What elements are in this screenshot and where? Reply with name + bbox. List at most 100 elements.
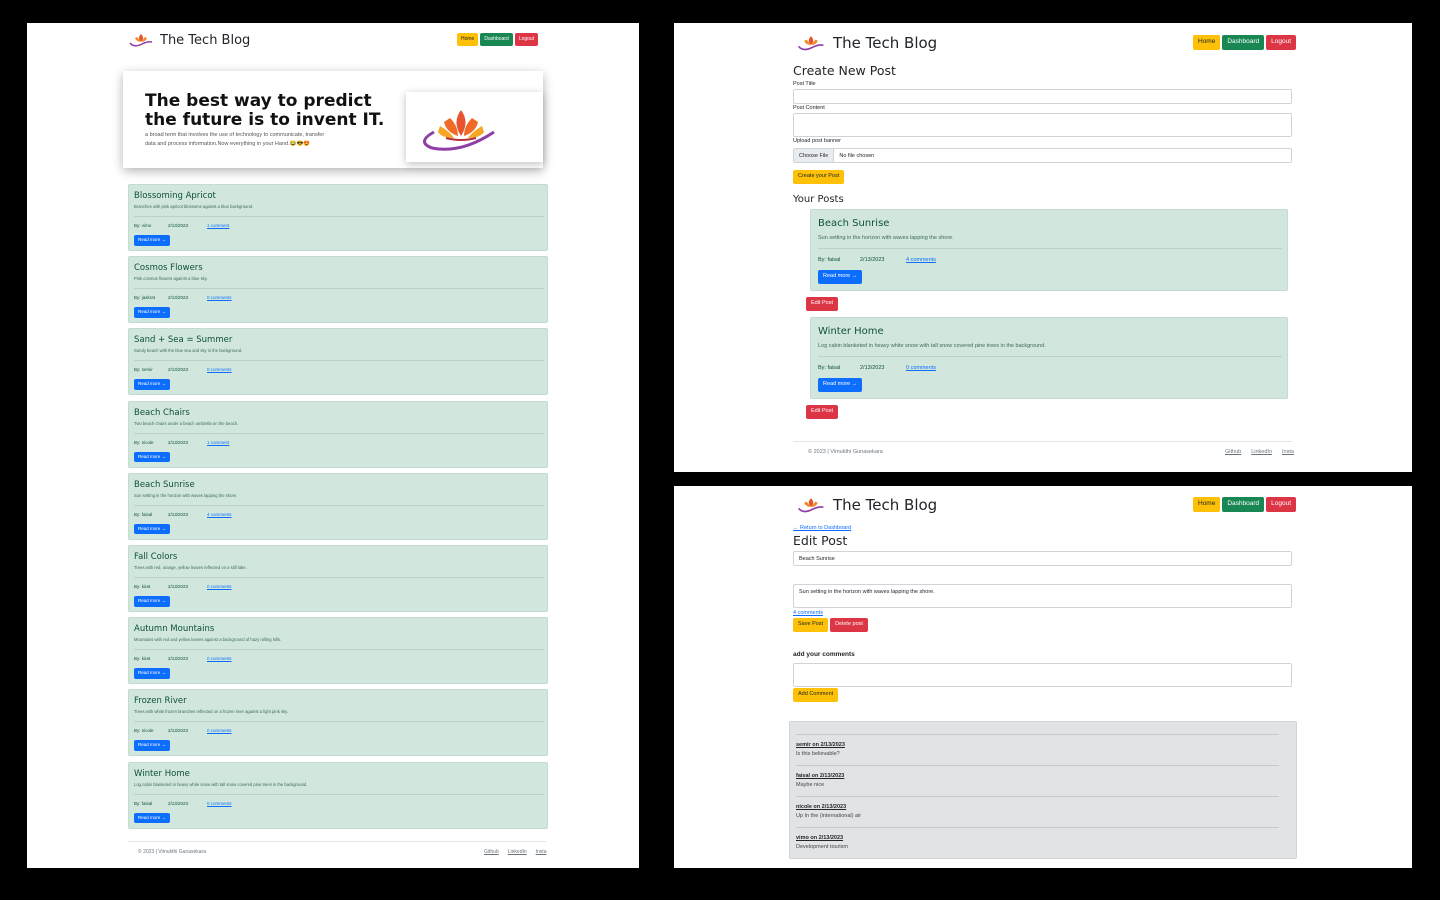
read-more-button[interactable]: Read more → [134,307,171,318]
logout-button[interactable]: Logout [1266,497,1297,512]
read-more-button[interactable]: Read more → [134,740,171,751]
comment-author: semir on 2/13/2023 [796,742,845,748]
post-comments-link[interactable]: 4 comments [207,512,232,517]
dashboard-button[interactable]: Dashboard [1222,497,1265,512]
brand[interactable]: The Tech Blog [795,496,937,514]
edit-actions: Save Post Delete post [793,618,868,632]
comment-text: Development tourism [796,844,848,850]
post-card: Frozen River Trees with white frozen bran… [128,689,548,757]
post-comments-link[interactable]: 1 comment [207,440,229,445]
hero-banner: The best way to predict the future is to… [123,71,543,168]
post-divider [134,288,544,290]
footer-divider [128,841,546,842]
post-description: Branches with pink apricot blossoms agai… [134,204,254,209]
hero-heading-line1: The best way to predict [145,91,372,111]
read-more-button[interactable]: Read more → [134,596,171,607]
edit-post-button[interactable]: Edit Post [806,405,839,419]
post-divider [134,793,544,795]
post-comments-link[interactable]: 0 comments [207,801,232,806]
post-author: By: kirat [134,584,151,589]
footer-insta-link[interactable]: Insta [1282,449,1294,455]
post-description: Trees with red, orange, yellow leaves re… [134,565,247,570]
post-comments-link[interactable]: 0 comments [207,656,232,661]
upload-banner-label: Upload post banner [793,138,842,144]
post-date: 2/13/2023 [168,223,189,228]
post-divider [134,649,544,651]
post-comments-link[interactable]: 0 comments [207,728,232,733]
post-author: By: nicole [134,439,154,445]
hero-text-line2: data and process information.Now everyth… [145,141,311,147]
read-more-button[interactable]: Read more → [134,379,171,390]
post-author: By: faisal [134,511,153,517]
create-post-button[interactable]: Create your Post [793,170,845,184]
post-content-textarea[interactable]: Sun setting in the horizon with waves la… [793,584,1292,608]
post-author: By: faisal [818,365,841,371]
brand[interactable]: The Tech Blog [128,32,250,48]
dashboard-button[interactable]: Dashboard [480,33,513,46]
comments-count-link[interactable]: 4 comments [793,610,823,616]
your-posts-heading: Your Posts [793,194,844,205]
footer-copyright: © 2023 | Vimukthi Gunasekara [808,449,883,455]
add-comment-button[interactable]: Add Comment [793,688,839,702]
post-comments-link[interactable]: 4 comments [906,257,936,263]
footer-linkedin-link[interactable]: LinkedIn [1251,449,1272,455]
post-date: 2/13/2023 [168,511,189,517]
brand-title: The Tech Blog [160,32,251,48]
footer-insta-link[interactable]: Insta [536,849,547,855]
hero-text: a broad term that involves the use of te… [145,131,324,149]
edit-post-button[interactable]: Edit Post [806,297,839,311]
hero-image [406,92,543,162]
dashboard-button[interactable]: Dashboard [1222,35,1265,50]
post-comments-link[interactable]: 0 comments [207,367,232,372]
choose-file-button[interactable]: Choose File [794,149,835,162]
read-more-button[interactable]: Read more → [134,668,171,679]
no-file-text: No file chosen [839,152,875,159]
home-button[interactable]: Home [457,33,479,46]
post-date: 2/13/2023 [860,365,885,371]
post-comments-link[interactable]: 0 comments [906,365,936,371]
footer-links: Github LinkedIn Insta [1225,449,1294,455]
post-author: By: kirat [134,656,151,662]
comment-textarea[interactable] [793,663,1292,687]
lotus-logo-icon [423,110,495,151]
logout-button[interactable]: Logout [514,33,539,46]
read-more-button[interactable]: Read more → [818,270,863,284]
navbar: Home Dashboard Logout [1193,497,1297,512]
logout-button[interactable]: Logout [1266,35,1297,50]
brand-title: The Tech Blog [833,34,938,52]
footer-linkedin-link[interactable]: LinkedIn [508,849,527,855]
brand[interactable]: The Tech Blog [795,34,937,52]
post-card: Beach Sunrise Sun setting in the horizon … [128,472,548,540]
navbar: Home Dashboard Logout [1193,35,1297,50]
post-comments-link[interactable]: 0 comments [207,295,232,300]
read-more-button[interactable]: Read more → [818,378,863,392]
post-title: Sand + Sea = Summer [134,335,233,346]
post-card: Winter Home Log cabin blanketed in heavy … [128,761,548,829]
post-description: Log cabin blanketed in heavy white snow … [818,343,1046,349]
footer-github-link[interactable]: Github [484,849,499,855]
post-title-input[interactable]: Beach Sunrise [793,551,1292,566]
read-more-button[interactable]: Read more → [134,812,171,824]
post-comments-link[interactable]: 0 comments [207,584,232,589]
post-card: Sand + Sea = Summer Sandy beach with the … [128,328,548,396]
comment-text: Maybe nice [796,782,825,788]
footer-copyright: © 2023 | Vimukthi Gunasekara [138,849,206,855]
home-button[interactable]: Home [1193,35,1221,50]
delete-post-button[interactable]: Delete post [830,618,868,632]
post-date: 2/13/2023 [860,257,885,263]
return-to-dashboard-link[interactable]: ← Return to Dashboard [793,525,851,531]
read-more-button[interactable]: Read more → [134,451,171,463]
read-more-button[interactable]: Read more → [134,523,171,535]
home-button[interactable]: Home [1193,497,1221,512]
post-content-textarea[interactable] [793,113,1292,137]
post-title: Cosmos Flowers [134,263,203,274]
file-input[interactable]: Choose File No file chosen [793,148,1292,163]
footer-github-link[interactable]: Github [1225,449,1241,455]
post-title-input[interactable] [793,89,1292,104]
post-title: Fall Colors [134,552,178,562]
save-post-button[interactable]: Save Post [793,618,829,632]
read-more-button[interactable]: Read more → [134,235,171,246]
post-comments-link[interactable]: 1 comment [207,223,229,228]
lotus-logo-icon [797,498,824,513]
post-title: Winter Home [134,768,190,779]
